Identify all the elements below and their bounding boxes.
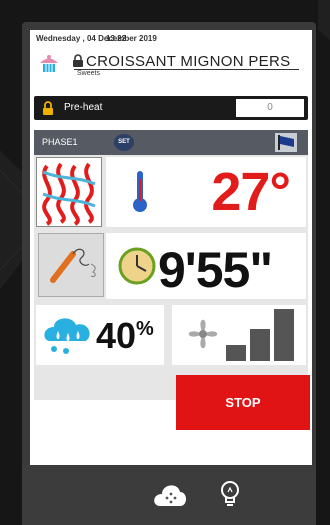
humidity-value: 40% (96, 315, 154, 357)
phase-bar: PHASE1 SET (34, 130, 308, 155)
temperature-value: 27° (211, 162, 291, 222)
fan-speed-tile[interactable] (172, 305, 306, 365)
title-underline (74, 69, 299, 70)
fan-speed-bar (250, 329, 270, 361)
cooking-panel: 27° 9'55" 40% (34, 155, 308, 400)
heat-mode-tile[interactable] (36, 157, 102, 227)
cake-icon (40, 55, 58, 72)
time-value: 9'55" (158, 242, 273, 298)
flag-icon[interactable] (275, 133, 297, 152)
heat-waves-icon (42, 162, 96, 226)
cloud-dots-icon[interactable] (152, 480, 188, 510)
fan-icon (188, 319, 218, 349)
lightbulb-icon[interactable] (220, 480, 240, 510)
preheat-row[interactable]: Pre-heat 0 (34, 96, 308, 120)
humidity-number: 40 (96, 315, 137, 356)
thermometer-icon (133, 171, 147, 212)
phase-name: PHASE1 (42, 137, 78, 147)
temperature-tile[interactable]: 27° (106, 157, 306, 227)
recipe-category: Sweets (77, 70, 100, 77)
recipe-title: CROISSANT MIGNON PERS (86, 53, 291, 70)
time-tile[interactable]: 9'55" (106, 233, 306, 299)
set-button[interactable]: SET (114, 134, 134, 151)
bottom-bar (22, 466, 316, 525)
humidity-unit: % (136, 318, 154, 340)
recipe-header[interactable]: CROISSANT MIGNON PERS Sweets (34, 46, 304, 82)
clock-icon (118, 247, 156, 285)
fan-speed-bar (274, 309, 294, 361)
lock-icon (43, 101, 53, 115)
stop-button[interactable]: STOP (176, 375, 310, 430)
humidity-drops-icon (44, 318, 90, 354)
preheat-label: Pre-heat (64, 102, 103, 113)
probe-icon (50, 248, 96, 283)
preheat-value-field[interactable]: 0 (236, 99, 304, 117)
fan-speed-bar (226, 345, 246, 361)
probe-tile[interactable] (38, 233, 104, 297)
oven-screen: Wednesday , 04 December 2019 13.22 CROIS… (30, 30, 312, 465)
fan-speed-bars-icon (226, 309, 294, 361)
status-line: Wednesday , 04 December 2019 13.22 (34, 32, 308, 44)
humidity-tile[interactable]: 40% (36, 305, 164, 365)
lock-icon (73, 54, 83, 67)
